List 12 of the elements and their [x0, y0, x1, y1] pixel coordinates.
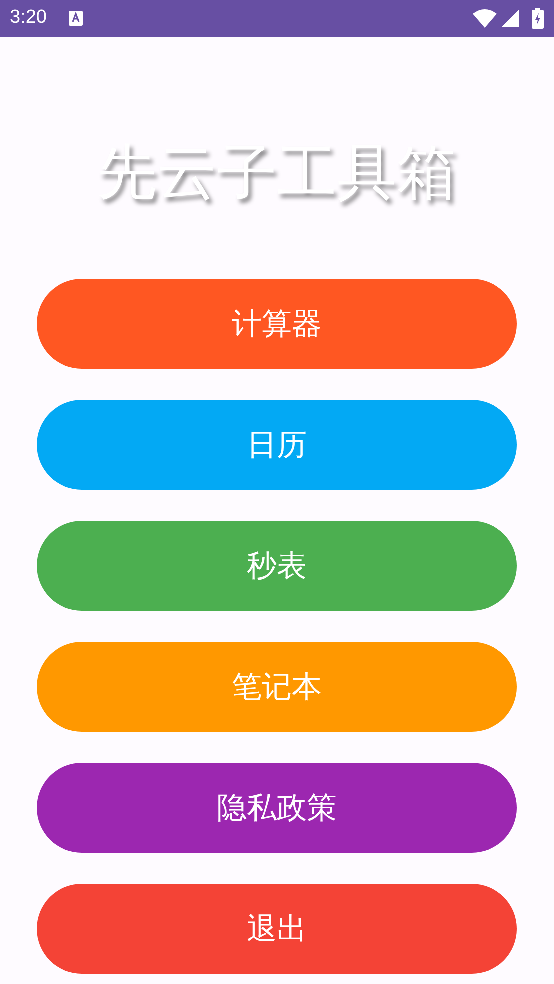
app-title: 先云子工具箱 [97, 138, 457, 210]
wifi-icon [473, 9, 497, 28]
keyboard-a-icon [68, 11, 83, 26]
menu-button[interactable]: 退出 [37, 884, 517, 974]
signal-icon [502, 10, 519, 27]
clock: 3:20 [10, 6, 47, 30]
menu-button[interactable]: 笔记本 [37, 642, 517, 732]
menu-button[interactable]: 计算器 [37, 279, 517, 369]
menu-button[interactable]: 日历 [37, 400, 517, 490]
menu-button[interactable]: 隐私政策 [37, 763, 517, 853]
battery-icon [532, 8, 544, 29]
menu-button[interactable]: 秒表 [37, 521, 517, 611]
